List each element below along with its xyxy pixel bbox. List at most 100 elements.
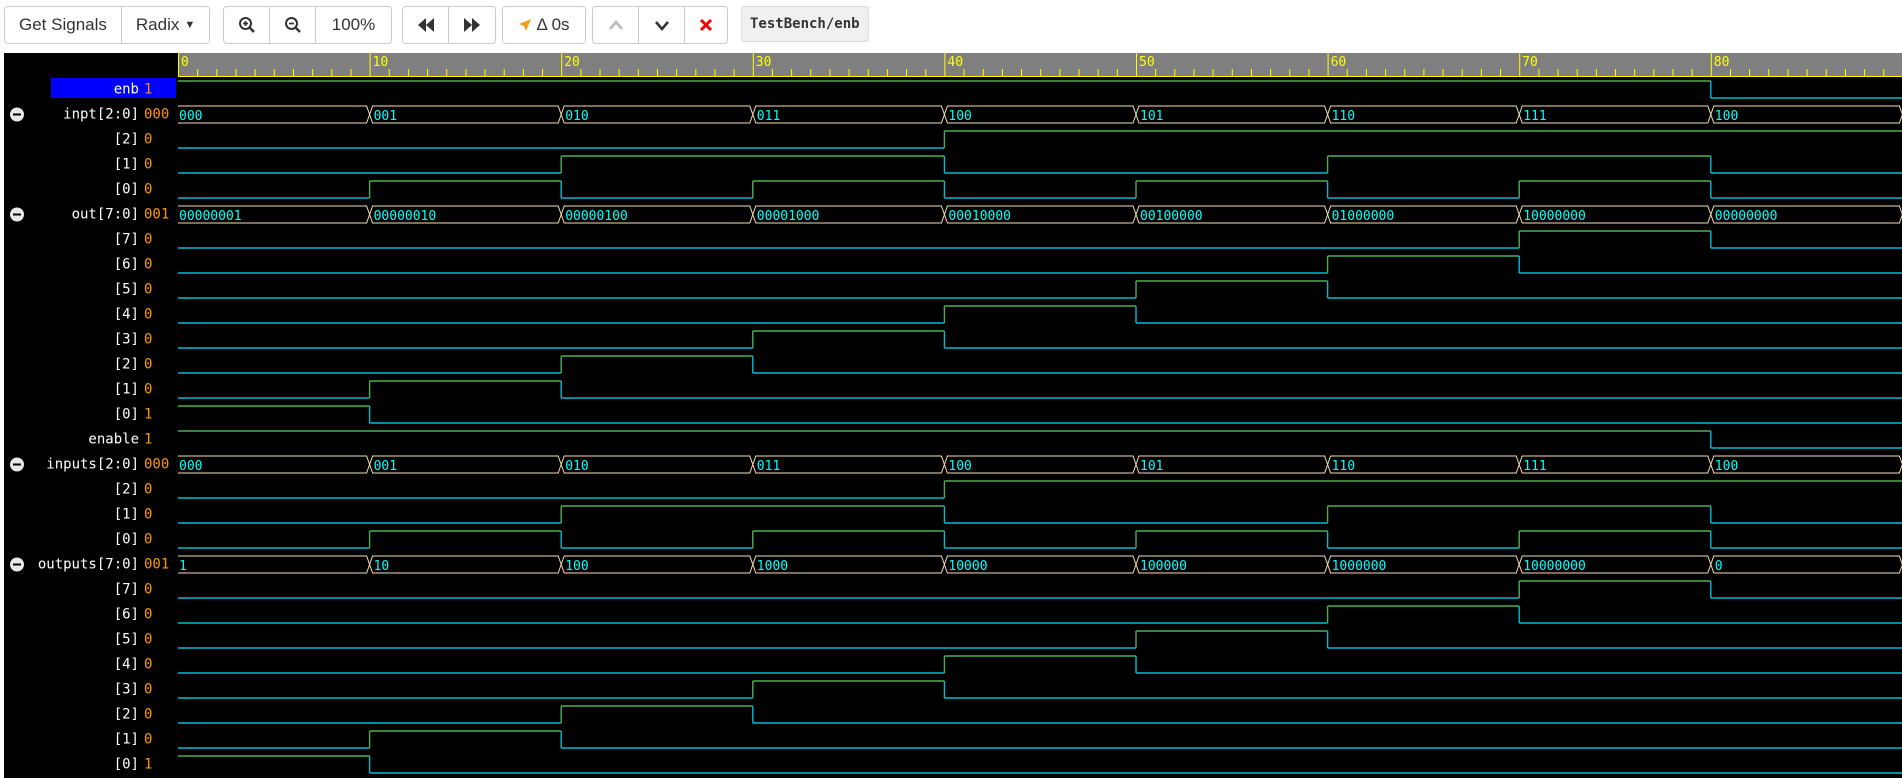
bus-value-label: 10000 (948, 559, 987, 574)
navigate-button-group (402, 6, 496, 44)
bus-value-label: 100 (1715, 109, 1738, 124)
signal-name[interactable]: [5] (114, 282, 139, 298)
signal-name[interactable]: [1] (114, 157, 139, 173)
zoom-button-group: 100% (223, 6, 392, 44)
ruler-tick-label: 20 (564, 55, 580, 70)
bus-segment (1710, 455, 1902, 474)
signal-name[interactable]: [6] (114, 257, 139, 273)
collapse-toggle-icon[interactable] (10, 457, 24, 472)
get-signals-button[interactable]: Get Signals (5, 7, 122, 43)
bus-segment (943, 455, 1137, 474)
bus-segment (369, 555, 562, 574)
signal-name[interactable]: [0] (114, 182, 139, 198)
collapse-toggle-icon[interactable] (10, 557, 24, 572)
ruler-tick-label: 0 (181, 55, 189, 70)
signal-value: 1 (144, 432, 152, 448)
bus-segment (943, 105, 1137, 124)
signal-name[interactable]: [7] (114, 232, 139, 248)
signal-name[interactable]: [3] (114, 682, 139, 698)
signal-name[interactable]: [0] (114, 532, 139, 548)
move-down-button[interactable] (639, 7, 685, 43)
bus-segment (560, 555, 754, 574)
bus-segment (1135, 455, 1329, 474)
bus-segment (1710, 555, 1902, 574)
signal-value: 0 (144, 532, 152, 548)
signal-name[interactable]: [0] (114, 407, 139, 423)
jump-forward-button[interactable] (449, 7, 495, 43)
bus-value-label: 011 (757, 459, 780, 474)
cursor-button-group: Δ 0s (502, 6, 586, 44)
bus-value-label: 1000000 (1332, 559, 1387, 574)
collapse-toggle-icon[interactable] (10, 207, 24, 222)
signal-name[interactable]: [0] (114, 757, 139, 773)
signal-name[interactable]: out[7:0] (72, 207, 139, 223)
signal-name[interactable]: [1] (114, 507, 139, 523)
signal-value: 1 (144, 407, 152, 423)
bus-value-label: 10 (374, 559, 390, 574)
signal-name[interactable]: [5] (114, 632, 139, 648)
signal-name[interactable]: inpt[2:0] (63, 107, 139, 123)
delta-time-button[interactable]: Δ 0s (503, 7, 585, 43)
signal-name[interactable]: [2] (114, 482, 139, 498)
ruler-tick-label: 70 (1522, 55, 1538, 70)
bus-segment (560, 455, 754, 474)
time-ruler[interactable]: 0 10 20 30 40 50 60 70 80 (178, 53, 1902, 77)
close-icon (699, 18, 713, 32)
signal-name[interactable]: [1] (114, 382, 139, 398)
signal-value: 0 (144, 357, 152, 373)
signal-name[interactable]: enb (114, 82, 139, 98)
signal-name[interactable]: outputs[7:0] (38, 557, 139, 573)
signal-name[interactable]: [2] (114, 132, 139, 148)
zoom-level[interactable]: 100% (316, 7, 391, 43)
signal-name[interactable]: [7] (114, 582, 139, 598)
bus-value-label: 00000100 (565, 209, 628, 224)
bus-value-label: 111 (1523, 459, 1546, 474)
ruler-tick-label: 30 (756, 55, 772, 70)
bus-value-label: 001 (374, 459, 397, 474)
signal-name[interactable]: [4] (114, 307, 139, 323)
signal-value: 0 (144, 132, 152, 148)
signal-value: 1 (144, 82, 152, 98)
signal-value: 0 (144, 607, 152, 623)
waveform-viewer: enb 1 inpt[2:0] 000 [2] 0 [1] 0 [0] 0 out[7:0] 001[… (4, 53, 1902, 778)
bus-value-label: 010 (565, 109, 588, 124)
signal-value: 0 (144, 657, 152, 673)
bus-value-label: 110 (1332, 459, 1355, 474)
remove-signal-button[interactable] (685, 7, 727, 43)
bus-value-label: 10000000 (1523, 559, 1586, 574)
signal-name[interactable]: [6] (114, 607, 139, 623)
signal-value: 0 (144, 382, 152, 398)
bus-value-label: 100 (1715, 459, 1738, 474)
radix-dropdown[interactable]: Radix ▼ (122, 7, 209, 43)
signal-name[interactable]: [2] (114, 357, 139, 373)
signal-name[interactable]: enable (88, 432, 139, 448)
zoom-in-icon (238, 17, 255, 33)
signal-value: 0 (144, 482, 152, 498)
ruler-tick-label: 60 (1331, 55, 1347, 70)
bus-value-label: 1 (179, 559, 187, 574)
bus-value-label: 000 (179, 459, 202, 474)
collapse-toggle-icon[interactable] (10, 107, 24, 122)
fast-forward-icon (464, 18, 480, 32)
bus-segment (560, 105, 754, 124)
zoom-out-button[interactable] (270, 7, 316, 43)
signal-name[interactable]: [1] (114, 732, 139, 748)
bus-value-label: 110 (1332, 109, 1355, 124)
signal-name[interactable]: inputs[2:0] (46, 457, 139, 473)
signal-name[interactable]: [2] (114, 707, 139, 723)
bus-value-label: 101 (1140, 459, 1163, 474)
move-up-button[interactable] (593, 7, 639, 43)
jump-backward-button[interactable] (403, 7, 449, 43)
signal-name[interactable]: [4] (114, 657, 139, 673)
bus-value-label: 00010000 (948, 209, 1011, 224)
bus-value-label: 011 (757, 109, 780, 124)
bus-segment (178, 105, 371, 124)
waveform-canvas[interactable]: 000 001 010 011 100 101 110 111 10000000001 00000… (178, 77, 1902, 778)
signal-name[interactable]: [3] (114, 332, 139, 348)
bus-segment (369, 455, 562, 474)
chevron-down-icon (654, 21, 669, 31)
signal-value: 0 (144, 582, 152, 598)
signal-value: 0 (144, 732, 152, 748)
signal-value: 1 (144, 757, 152, 773)
zoom-in-button[interactable] (224, 7, 270, 43)
